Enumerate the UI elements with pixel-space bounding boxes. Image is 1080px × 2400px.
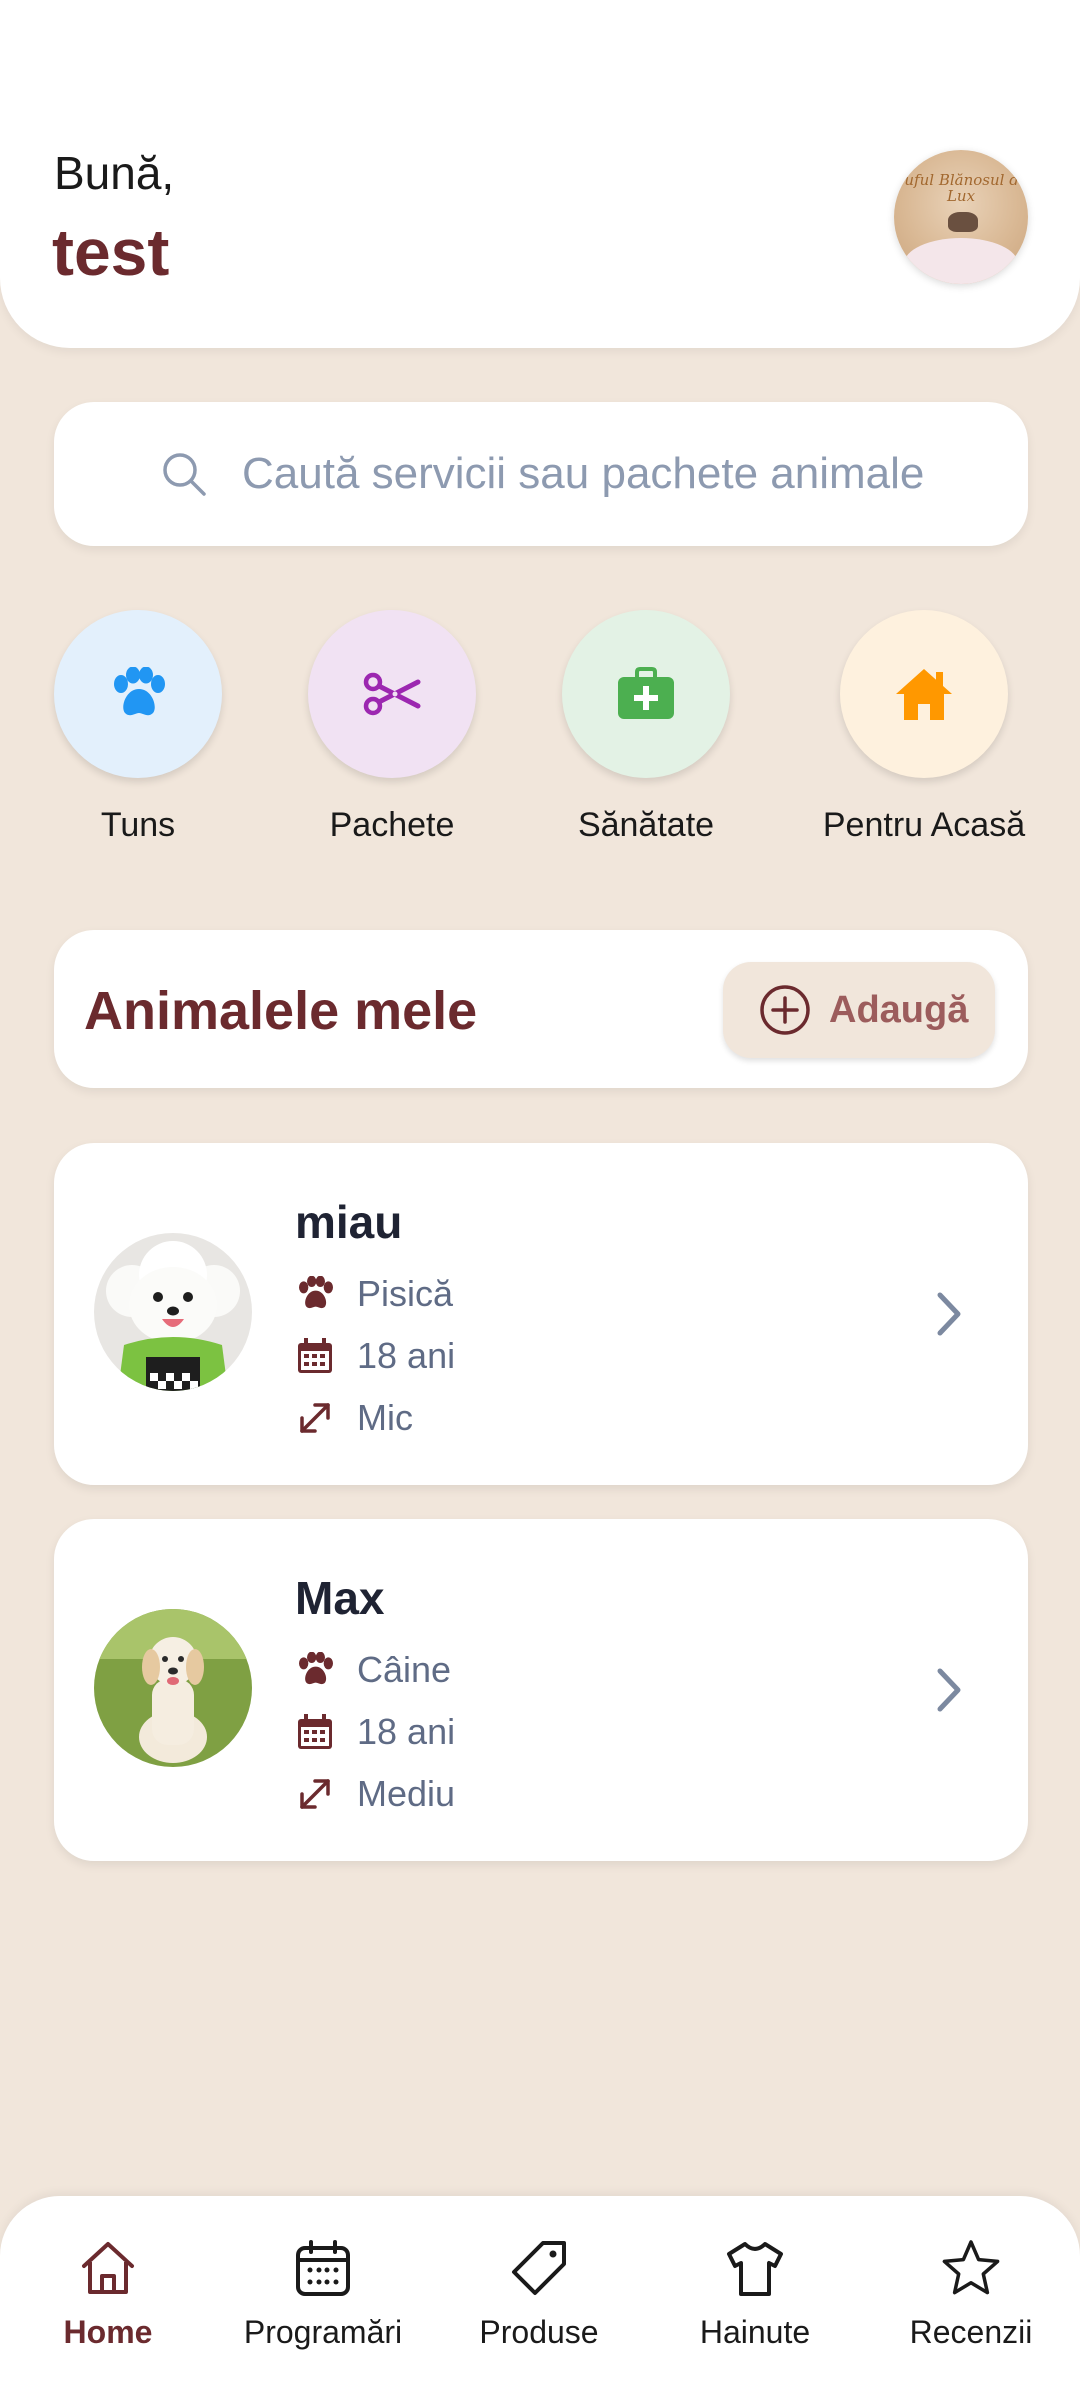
category-tuns[interactable]: Tuns [54, 610, 284, 850]
nav-produse[interactable]: Produse [439, 2238, 639, 2368]
category-sanatate-circle[interactable] [562, 610, 730, 778]
add-pet-button[interactable]: Adaugă [723, 962, 995, 1058]
category-sanatate[interactable]: Sănătate [562, 610, 792, 850]
calendar-icon [296, 2240, 350, 2296]
nav-home[interactable]: Home [8, 2238, 208, 2368]
pet-name: miau [295, 1196, 403, 1248]
nav-label: Hainute [699, 2314, 811, 2350]
nav-recenzii[interactable]: Recenzii [871, 2238, 1071, 2368]
paw-icon [295, 1650, 335, 1690]
add-pet-label: Adaugă [829, 988, 969, 1031]
avatar-logo-text: Puful Blănosul de Lux [894, 171, 1028, 205]
my-pets-section: Animalele mele Adaugă [54, 930, 1028, 1088]
pet-photo [94, 1609, 252, 1767]
pet-card[interactable]: Max Câine 18 ani Mediu [54, 1519, 1028, 1861]
greeting: Bună, [54, 147, 175, 199]
paw-icon [295, 1274, 335, 1314]
search-icon [163, 453, 206, 496]
pet-age: 18 ani [357, 1335, 456, 1376]
category-tuns-circle[interactable] [54, 610, 222, 778]
pet-name: Max [295, 1572, 385, 1624]
category-label: Tuns [100, 806, 176, 844]
my-pets-title: Animalele mele [84, 981, 478, 1041]
category-label: Pentru Acasă [822, 806, 1026, 844]
shirt-icon [727, 2242, 783, 2296]
category-pentru-acasa-circle[interactable] [840, 610, 1008, 778]
avatar-cloud-graphic [904, 238, 1018, 284]
pet-type: Câine [357, 1649, 452, 1690]
nav-label: Programări [243, 2314, 403, 2350]
category-pachete[interactable]: Pachete [308, 610, 538, 850]
nav-label: Produse [479, 2314, 599, 2350]
search-input[interactable] [242, 438, 1002, 510]
category-pachete-circle[interactable] [308, 610, 476, 778]
pet-size-row: Mic [295, 1397, 413, 1439]
avatar[interactable]: Puful Blănosul de Lux [894, 150, 1028, 284]
pet-size: Mediu [357, 1773, 456, 1814]
pet-type: Pisică [357, 1273, 454, 1314]
pet-photo [94, 1233, 252, 1391]
nav-label: Recenzii [909, 2314, 1033, 2350]
paw-icon [114, 667, 165, 716]
tag-icon [512, 2241, 566, 2295]
calendar-icon [295, 1336, 335, 1376]
header: Bună, test Puful Blănosul de Lux [0, 0, 1080, 348]
medkit-icon [618, 667, 674, 719]
nav-programari[interactable]: Programări [223, 2238, 423, 2368]
calendar-icon [295, 1712, 335, 1752]
pet-size: Mic [357, 1397, 413, 1438]
category-pentru-acasa[interactable]: Pentru Acasă [823, 610, 1070, 850]
home-icon [82, 2242, 134, 2294]
nav-hainute[interactable]: Hainute [655, 2238, 855, 2368]
home-icon [896, 669, 952, 720]
chevron-right-icon[interactable] [934, 1665, 964, 1715]
category-label: Pachete [329, 806, 455, 844]
scissors-icon [363, 672, 421, 716]
category-label: Sănătate [577, 806, 715, 844]
avatar-cat-graphic [948, 212, 978, 232]
pet-age-row: 18 ani [295, 1711, 455, 1753]
star-icon [942, 2240, 1000, 2295]
add-circle-icon [760, 985, 810, 1035]
expand-icon [295, 1774, 335, 1814]
username: test [52, 215, 170, 289]
pet-card[interactable]: miau Pisică 18 ani Mic [54, 1143, 1028, 1485]
search-bar[interactable] [54, 402, 1028, 546]
pet-age: 18 ani [357, 1711, 456, 1752]
pet-size-row: Mediu [295, 1773, 455, 1815]
pet-type-row: Pisică [295, 1273, 453, 1315]
pet-age-row: 18 ani [295, 1335, 455, 1377]
bottom-nav: Home Programări Produse Hainute Recenzii [0, 2196, 1080, 2400]
nav-label: Home [63, 2314, 153, 2350]
chevron-right-icon[interactable] [934, 1289, 964, 1339]
pet-type-row: Câine [295, 1649, 451, 1691]
expand-icon [295, 1398, 335, 1438]
